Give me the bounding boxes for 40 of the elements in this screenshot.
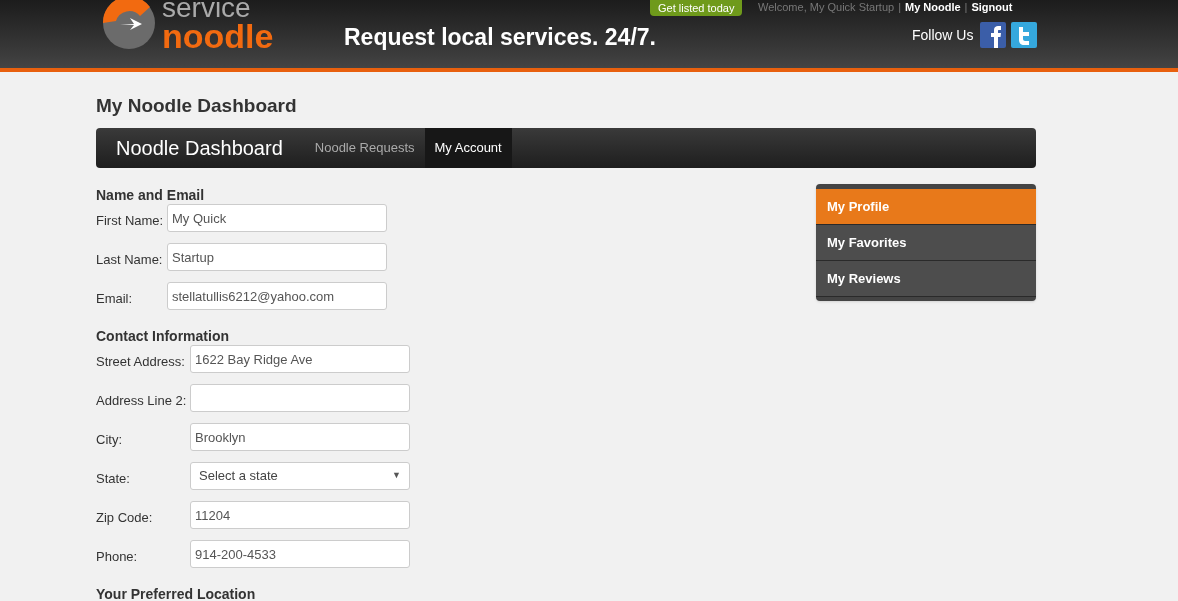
- my-noodle-link[interactable]: My Noodle: [905, 0, 961, 14]
- section-heading: Your Preferred Location: [96, 585, 257, 601]
- follow-us-label: Follow Us: [912, 25, 974, 45]
- nav-tab[interactable]: Noodle Requests: [304, 128, 425, 168]
- section-heading: Contact Information: [96, 327, 230, 345]
- state-select[interactable]: Select a state ▼: [190, 462, 410, 490]
- field-label: Address Line 2:: [96, 392, 188, 410]
- input-field[interactable]: 11204: [190, 501, 410, 529]
- separator-text: |: [964, 0, 968, 14]
- input-field[interactable]: Brooklyn: [190, 423, 410, 451]
- twitter-icon[interactable]: [1011, 22, 1038, 48]
- field-label: State:: [96, 470, 131, 488]
- logo-text: noodle: [162, 21, 274, 51]
- field-label: Email:: [96, 290, 134, 308]
- separator-text: |: [898, 0, 901, 14]
- field-label: Street Address:: [96, 353, 186, 371]
- field-label: Phone:: [96, 548, 139, 566]
- field-label: City:: [96, 431, 123, 449]
- side-menu-item[interactable]: My Reviews: [816, 261, 1036, 297]
- input-field[interactable]: Startup: [167, 243, 387, 271]
- input-field[interactable]: [190, 384, 410, 412]
- tagline: Request local services. 24/7.: [344, 23, 656, 52]
- facebook-icon[interactable]: [980, 22, 1007, 48]
- dropdown-arrow-icon: ▼: [392, 469, 401, 483]
- input-field[interactable]: My Quick: [167, 204, 387, 232]
- field-label: Last Name:: [96, 251, 164, 269]
- input-field[interactable]: 914-200-4533: [190, 540, 410, 568]
- side-menu-item[interactable]: My Favorites: [816, 225, 1036, 261]
- select-value: Select a state: [199, 467, 278, 486]
- field-label: Zip Code:: [96, 509, 154, 527]
- nav-tab[interactable]: My Account: [424, 128, 512, 168]
- logo-text: service: [162, 0, 252, 21]
- welcome-text: Welcome, My Quick Startup: [758, 0, 895, 14]
- page-title: My Noodle Dashboard: [96, 94, 298, 118]
- signout-link[interactable]: Signout: [971, 0, 1013, 14]
- nav-title: Noodle Dashboard: [116, 136, 283, 161]
- field-label: First Name:: [96, 212, 165, 230]
- section-heading: Name and Email: [96, 186, 206, 204]
- input-field[interactable]: 1622 Bay Ridge Ave: [190, 345, 410, 373]
- input-field[interactable]: stellatullis6212@yahoo.com: [167, 282, 387, 310]
